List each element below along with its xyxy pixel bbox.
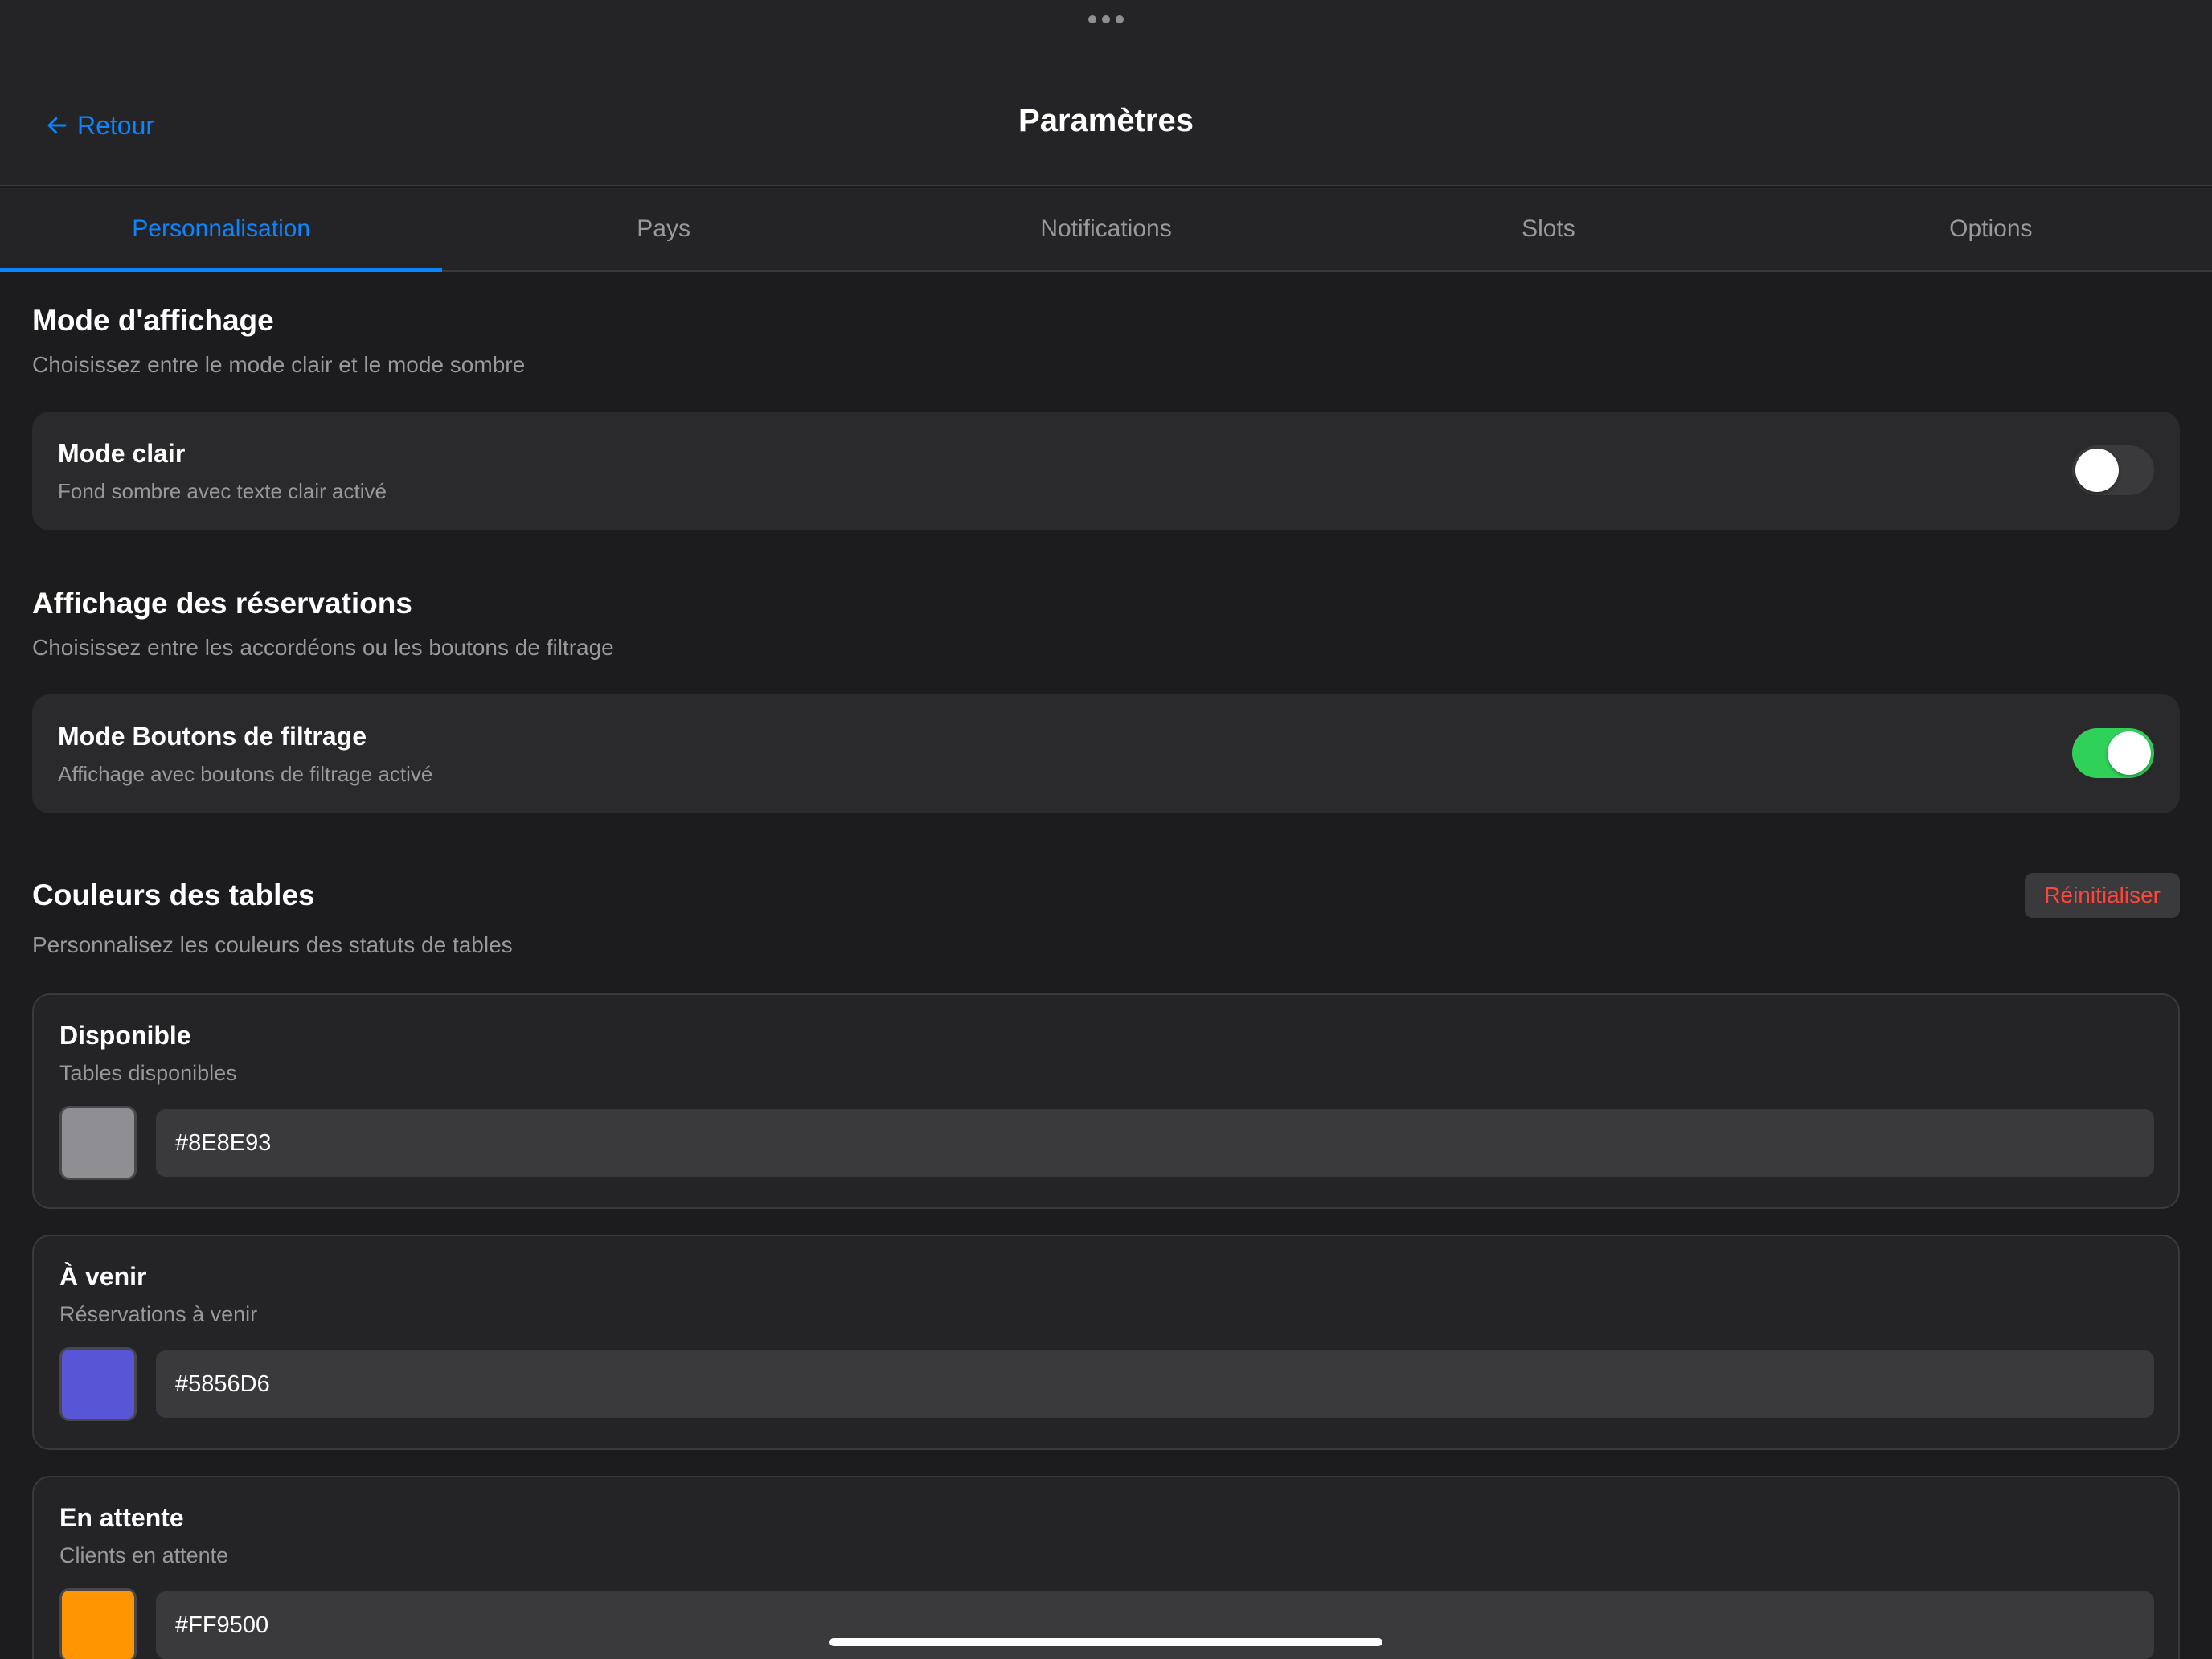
- color-card-available: Disponible Tables disponibles: [32, 993, 2180, 1209]
- color-card-waiting: En attente Clients en attente: [32, 1476, 2180, 1659]
- tab-slots[interactable]: Slots: [1327, 188, 1769, 270]
- tab-bar: Personnalisation Pays Notifications Slot…: [0, 188, 2212, 272]
- section-subtitle: Choisissez entre le mode clair et le mod…: [32, 352, 526, 377]
- color-card-subtitle: Clients en attente: [59, 1543, 229, 1567]
- header: Retour Paramètres: [0, 0, 2212, 186]
- color-card-title: En attente: [59, 1503, 184, 1532]
- page-title: Paramètres: [1018, 103, 1194, 138]
- filter-buttons-mode-switch[interactable]: [2072, 728, 2154, 778]
- switch-knob: [2075, 449, 2119, 492]
- multitasking-dots-icon[interactable]: [1088, 13, 1124, 26]
- light-mode-switch[interactable]: [2072, 445, 2154, 495]
- filter-buttons-mode-card: Mode Boutons de filtrage Affichage avec …: [32, 694, 2180, 813]
- tab-pays[interactable]: Pays: [442, 188, 884, 270]
- tab-personnalisation[interactable]: Personnalisation: [0, 188, 443, 272]
- filter-buttons-mode-title: Mode Boutons de filtrage: [58, 722, 367, 751]
- color-card-title: Disponible: [59, 1021, 191, 1050]
- light-mode-title: Mode clair: [58, 439, 186, 468]
- section-subtitle: Choisissez entre les accordéons ou les b…: [32, 635, 614, 660]
- color-swatch[interactable]: [59, 1588, 137, 1659]
- tab-options[interactable]: Options: [1770, 188, 2212, 270]
- reset-button[interactable]: Réinitialiser: [2025, 873, 2180, 918]
- hex-color-input[interactable]: [156, 1109, 2154, 1177]
- hex-color-input[interactable]: [156, 1591, 2154, 1659]
- color-swatch[interactable]: [59, 1347, 137, 1421]
- light-mode-card: Mode clair Fond sombre avec texte clair …: [32, 412, 2180, 530]
- section-title: Mode d'affichage: [32, 304, 274, 337]
- section-subtitle: Personnalisez les couleurs des statuts d…: [32, 932, 513, 957]
- light-mode-subtitle: Fond sombre avec texte clair activé: [58, 479, 387, 503]
- filter-buttons-mode-subtitle: Affichage avec boutons de filtrage activ…: [58, 762, 433, 786]
- color-swatch[interactable]: [59, 1106, 137, 1180]
- color-card-title: À venir: [59, 1262, 147, 1291]
- settings-page: Retour Paramètres Personnalisation Pays …: [0, 0, 2212, 1659]
- table-colors-section: Couleurs des tables Réinitialiser Person…: [32, 813, 2180, 1659]
- settings-content: Mode d'affichage Choisissez entre le mod…: [32, 272, 2180, 1659]
- display-mode-section: Mode d'affichage Choisissez entre le mod…: [32, 272, 2180, 530]
- color-card-upcoming: À venir Réservations à venir: [32, 1235, 2180, 1450]
- section-header: Couleurs des tables Réinitialiser: [32, 873, 2180, 918]
- reservations-display-section: Affichage des réservations Choisissez en…: [32, 530, 2180, 813]
- section-title: Couleurs des tables: [32, 879, 315, 911]
- tab-notifications[interactable]: Notifications: [885, 188, 1327, 270]
- section-title: Affichage des réservations: [32, 587, 412, 620]
- color-card-subtitle: Tables disponibles: [59, 1061, 237, 1085]
- hex-color-input[interactable]: [156, 1350, 2154, 1418]
- switch-knob: [2108, 731, 2151, 775]
- color-card-subtitle: Réservations à venir: [59, 1302, 258, 1326]
- home-indicator[interactable]: [830, 1638, 1382, 1646]
